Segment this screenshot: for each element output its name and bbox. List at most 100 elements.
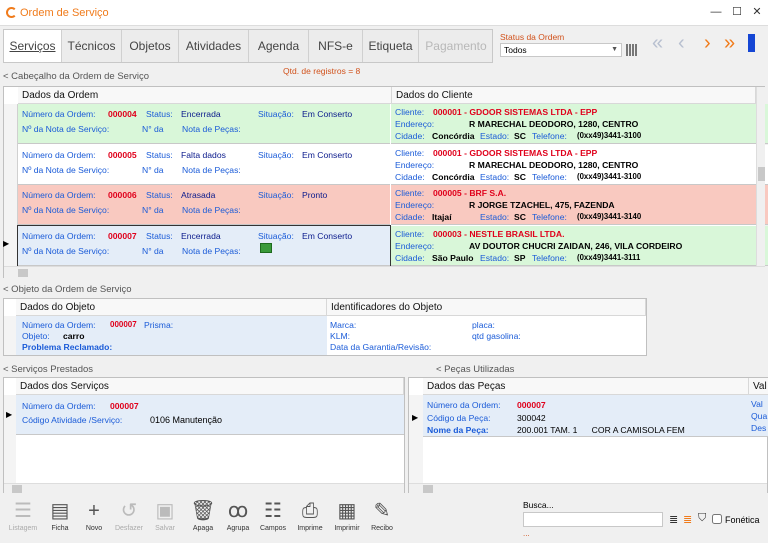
first-record-icon[interactable]: « xyxy=(652,32,663,54)
client-row[interactable]: Cliente: 000003 - NESTLE BRASIL LTDA. Ende… xyxy=(391,225,768,266)
toolbar-recibo-button[interactable]: ✎ Recibo xyxy=(365,497,399,532)
services-section-title[interactable]: < Serviços Prestados xyxy=(3,362,203,377)
search-label: Busca... xyxy=(523,500,554,510)
phone-value: (0xx49)3441-3100 xyxy=(577,171,642,181)
client-value: 000005 - BRF S.A. xyxy=(433,188,507,198)
services-grid: Dados dos Serviços ▶ Número da Ordem: 00… xyxy=(3,377,405,493)
object-row[interactable]: Número da Ordem: 000007 Prisma: Objeto: … xyxy=(16,316,327,355)
object-obj-label: Objeto: xyxy=(22,331,50,341)
order-status-label: Status: xyxy=(146,149,173,160)
parts-section-title[interactable]: < Peças Utilizadas xyxy=(436,362,636,377)
order-n-label: N° da xyxy=(142,164,164,175)
tab-tecnicos[interactable]: Técnicos xyxy=(62,30,122,62)
order-row[interactable]: Número da Ordem: 000006 Status: Atrasada Sit… xyxy=(18,185,390,225)
phone-value: (0xx49)3441-3111 xyxy=(577,252,641,262)
client-row[interactable]: Cliente: 000005 - BRF S.A. Endereço: R JORG… xyxy=(391,185,768,225)
toolbar-label: Campos xyxy=(259,525,287,532)
col-header-object[interactable]: Dados do Objeto xyxy=(16,299,327,316)
order-nf-label: Nº da Nota de Serviço: xyxy=(22,124,110,134)
scroll-thumb[interactable] xyxy=(423,485,433,493)
search-input[interactable] xyxy=(523,512,663,527)
parts-grid: Dados das Peças Val ▶ Número da Ordem: 0… xyxy=(408,377,768,493)
services-horizontal-scrollbar[interactable] xyxy=(4,483,404,493)
toolbar-label: Recibo xyxy=(371,525,393,532)
header-section-title[interactable]: < Cabeçalho da Ordem de Serviço xyxy=(3,69,283,84)
toolbar-listagem-button[interactable]: ☰ Listagem xyxy=(6,497,40,532)
part-side-label: Qua xyxy=(751,411,768,421)
align-left-icon[interactable]: ≣ xyxy=(669,513,678,526)
toolbar-salvar-button[interactable]: ▣ Salvar xyxy=(148,497,182,532)
order-status-value: Encerrada xyxy=(181,109,221,119)
col-header-values[interactable]: Val xyxy=(749,378,768,395)
toolbar-ficha-button[interactable]: ▤ Ficha xyxy=(43,497,77,532)
tab-atividades[interactable]: Atividades xyxy=(179,30,249,62)
toolbar-imprimir-button[interactable]: ▦ Imprimir xyxy=(330,497,364,532)
service-num-label: Número da Ordem: xyxy=(22,401,96,411)
city-value: Concórdia xyxy=(432,131,475,141)
object-section-title[interactable]: < Objeto da Ordem de Serviço xyxy=(3,282,303,297)
orders-vertical-scrollbar[interactable] xyxy=(756,87,765,266)
parts-horizontal-scrollbar[interactable] xyxy=(409,483,767,493)
toolbar-icon: ✎ xyxy=(373,500,391,522)
identifiers-row[interactable]: Marca: placa: KLM: qtd gasolina: Data da… xyxy=(327,316,646,355)
status-filter-select[interactable]: Todos ▼ xyxy=(500,43,622,57)
col-header-identifiers[interactable]: Identificadores do Objeto xyxy=(327,299,646,316)
tab-objetos[interactable]: Objetos xyxy=(122,30,179,62)
phone-value: (0xx49)3441-3140 xyxy=(577,212,642,221)
align-center-icon[interactable]: ≣ xyxy=(683,513,692,526)
orders-horizontal-scrollbar[interactable] xyxy=(4,266,765,278)
part-side-label: Des xyxy=(751,423,767,433)
col-header-services[interactable]: Dados dos Serviços xyxy=(16,378,404,395)
client-row[interactable]: Cliente: 000001 - GDOOR SISTEMAS LTDA - E… xyxy=(391,104,768,144)
phonetic-checkbox[interactable] xyxy=(712,514,722,524)
tab-agenda[interactable]: Agenda xyxy=(249,30,309,62)
scroll-thumb[interactable] xyxy=(12,485,22,493)
toolbar-label: Ficha xyxy=(51,525,69,532)
state-label: Estado: xyxy=(480,131,510,141)
order-row[interactable]: Número da Ordem: 000007 Status: Encerrada Si… xyxy=(17,224,391,267)
order-row[interactable]: Número da Ordem: 000005 Status: Falta dados… xyxy=(18,144,390,185)
previous-record-icon[interactable]: ‹ xyxy=(678,32,685,54)
next-record-icon[interactable]: › xyxy=(704,32,711,54)
minimize-button[interactable]: — xyxy=(708,5,724,19)
order-row[interactable]: Número da Ordem: 000004 Status: Encerrada Si… xyxy=(18,104,390,144)
maximize-button[interactable]: ☐ xyxy=(729,5,745,19)
part-values-cell[interactable]: Val Qua Des xyxy=(749,395,768,437)
part-row[interactable]: Número da Ordem: 000007 Código da Peça: … xyxy=(423,395,749,437)
city-value: Concórdia xyxy=(432,171,475,182)
toolbar-label: Listagem xyxy=(8,525,38,532)
toolbar-label: Apaga xyxy=(192,525,214,532)
toolbar-apaga-button[interactable]: 🗑 Apaga xyxy=(186,497,220,532)
col-header-order[interactable]: Dados da Ordem xyxy=(18,87,392,104)
order-parts-note-label: Nota de Peças: xyxy=(182,124,241,134)
tab-servicos[interactable]: Serviços xyxy=(4,30,62,62)
close-button[interactable]: ✕ xyxy=(749,5,765,19)
toolbar-icon: ▦ xyxy=(337,500,357,522)
address-value: R MARECHAL DEODORO, 1280, CENTRO xyxy=(469,119,639,129)
toolbar-desfazer-button[interactable]: ↺ Desfazer xyxy=(112,497,146,532)
filter-icon[interactable]: ⛉ xyxy=(698,512,706,525)
toolbar-agrupa-button[interactable]: ꝏ Agrupa xyxy=(221,497,255,532)
city-label: Cidade: xyxy=(395,171,425,182)
tab-etiqueta[interactable]: Etiqueta xyxy=(363,30,419,62)
client-label: Cliente: xyxy=(395,107,425,117)
grid-options-icon[interactable] xyxy=(626,44,638,56)
order-status-value: Atrasada xyxy=(181,190,216,200)
col-header-client[interactable]: Dados do Cliente xyxy=(392,87,756,104)
tab-nfse[interactable]: NFS-e xyxy=(309,30,363,62)
service-code-value: 0106 Manutenção xyxy=(150,415,223,425)
city-label: Cidade: xyxy=(395,131,425,141)
order-nf-label: Nº da Nota de Serviço: xyxy=(22,205,110,215)
service-code-label: Código Atividade /Serviço: xyxy=(22,415,123,425)
col-header-parts[interactable]: Dados das Peças xyxy=(423,378,749,395)
toolbar-novo-button[interactable]: + Novo xyxy=(77,497,111,532)
address-label: Endereço: xyxy=(395,119,435,129)
tab-pagamento[interactable]: Pagamento xyxy=(419,30,493,62)
toolbar-imprime-button[interactable]: ⎙ Imprime xyxy=(293,497,327,532)
service-row[interactable]: Número da Ordem: 000007 Código Atividade… xyxy=(16,395,404,435)
toolbar-campos-button[interactable]: ☷ Campos xyxy=(256,497,290,532)
last-record-icon[interactable]: » xyxy=(724,32,735,54)
client-row[interactable]: Cliente: 000001 - GDOOR SISTEMAS LTDA - E… xyxy=(391,144,768,185)
scroll-thumb[interactable] xyxy=(18,269,28,277)
scroll-thumb[interactable] xyxy=(758,167,765,181)
